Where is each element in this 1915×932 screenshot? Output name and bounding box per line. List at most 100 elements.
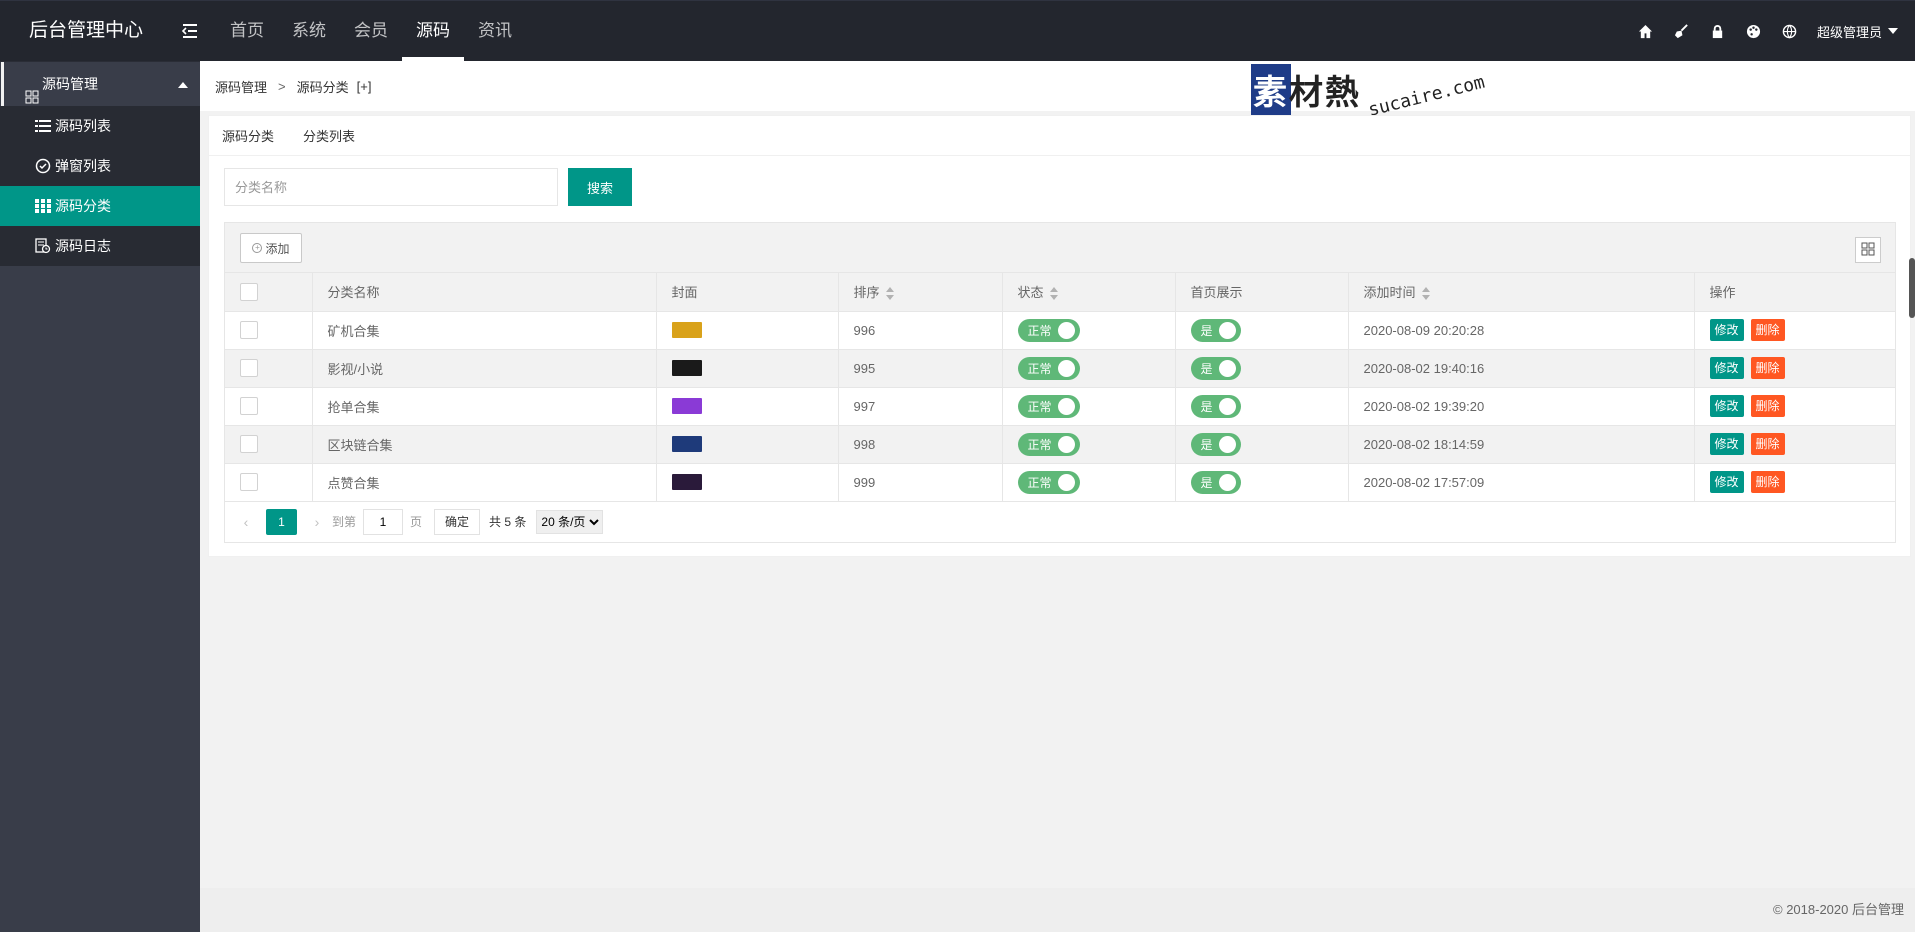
columns-toggle-button[interactable] xyxy=(1855,237,1881,263)
row-checkbox[interactable] xyxy=(240,321,258,339)
status-switch-label: 正常 xyxy=(1027,361,1052,376)
cover-thumbnail[interactable] xyxy=(671,398,702,415)
sidebar-item-popup-list[interactable]: 弹窗列表 xyxy=(0,146,200,186)
tab-source-category[interactable]: 源码分类 xyxy=(222,126,274,145)
cell-sort: 998 xyxy=(838,425,1003,464)
status-switch[interactable]: 正常 xyxy=(1017,318,1080,342)
cover-thumbnail[interactable] xyxy=(671,474,702,491)
cover-thumbnail[interactable] xyxy=(671,360,702,377)
nav-news[interactable]: 资讯 xyxy=(464,1,526,61)
sort-icon[interactable] xyxy=(1421,286,1432,301)
edit-button[interactable]: 修改 xyxy=(1709,471,1744,493)
current-page[interactable]: 1 xyxy=(266,508,297,535)
status-switch[interactable]: 正常 xyxy=(1017,432,1080,456)
app-title: 后台管理中心 xyxy=(29,20,144,41)
cell-time: 2020-08-02 19:40:16 xyxy=(1348,349,1695,388)
goto-page-input[interactable] xyxy=(363,508,404,535)
delete-button[interactable]: 删除 xyxy=(1750,357,1785,379)
cell-status: 正常 xyxy=(1002,425,1176,464)
cell-status: 正常 xyxy=(1002,311,1176,350)
nav-system[interactable]: 系统 xyxy=(278,1,340,61)
prev-page-icon[interactable]: ‹ xyxy=(238,514,254,530)
cell-ops: 修改 删除 xyxy=(1694,425,1895,464)
status-switch[interactable]: 正常 xyxy=(1017,356,1080,380)
cover-thumbnail[interactable] xyxy=(671,322,702,339)
header-status-label: 状态 xyxy=(1017,285,1044,301)
add-button-label: 添加 xyxy=(265,241,290,256)
menu-toggle-icon[interactable] xyxy=(180,22,200,40)
delete-button[interactable]: 删除 xyxy=(1750,471,1785,493)
home-display-switch[interactable]: 是 xyxy=(1190,394,1241,418)
sort-icon[interactable] xyxy=(885,286,896,301)
cover-thumbnail[interactable] xyxy=(671,436,702,453)
row-checkbox[interactable] xyxy=(240,473,258,491)
sidebar-item-label: 弹窗列表 xyxy=(55,158,111,174)
table-header-row: 分类名称 封面 排序 状态 首页展示 添加时间 操作 xyxy=(225,273,1895,312)
home-display-switch[interactable]: 是 xyxy=(1190,356,1241,380)
edit-button[interactable]: 修改 xyxy=(1709,319,1744,341)
select-all-checkbox[interactable] xyxy=(240,282,258,301)
header-status[interactable]: 状态 xyxy=(1002,273,1176,312)
edit-button[interactable]: 修改 xyxy=(1709,357,1744,379)
scrollbar[interactable] xyxy=(1909,258,1915,318)
status-switch[interactable]: 正常 xyxy=(1017,394,1080,418)
goto-confirm-button[interactable]: 确定 xyxy=(434,508,481,535)
sort-icon[interactable] xyxy=(1049,286,1060,301)
header-time[interactable]: 添加时间 xyxy=(1348,273,1695,312)
sidebar-item-source-category[interactable]: 源码分类 xyxy=(0,186,200,226)
nav-home[interactable]: 首页 xyxy=(216,1,278,61)
cell-name: 影视/小说 xyxy=(312,349,657,388)
palette-icon[interactable] xyxy=(1745,22,1763,40)
breadcrumb-root[interactable]: 源码管理 xyxy=(215,77,267,96)
nav-source[interactable]: 源码 xyxy=(402,1,464,61)
status-switch[interactable]: 正常 xyxy=(1017,470,1080,494)
search-button[interactable]: 搜索 xyxy=(568,168,632,206)
tab-category-list[interactable]: 分类列表 xyxy=(303,126,355,145)
cell-ops: 修改 删除 xyxy=(1694,311,1895,350)
breadcrumb-add[interactable]: [+] xyxy=(357,79,372,94)
home-switch-label: 是 xyxy=(1200,323,1213,338)
lock-icon[interactable] xyxy=(1709,22,1727,40)
home-icon[interactable] xyxy=(1637,22,1655,40)
table-row: 抢单合集 997 正常是 2020-08-02 19:39:20 修改 删除 xyxy=(225,387,1895,426)
sidebar-item-source-log[interactable]: 源码日志 xyxy=(0,226,200,266)
home-display-switch[interactable]: 是 xyxy=(1190,318,1241,342)
columns-icon xyxy=(1861,242,1875,259)
top-header: 后台管理中心 首页 系统 会员 源码 资讯 超级管理员 xyxy=(0,0,1915,61)
header-sort[interactable]: 排序 xyxy=(838,273,1003,312)
cell-ops: 修改 删除 xyxy=(1694,349,1895,388)
next-page-icon[interactable]: › xyxy=(309,514,325,530)
cell-cover xyxy=(656,311,839,350)
log-icon xyxy=(34,238,51,254)
sidebar: 源码管理 源码列表 弹窗列表 源码分类 源码日志 xyxy=(0,61,200,932)
home-display-switch[interactable]: 是 xyxy=(1190,432,1241,456)
row-checkbox[interactable] xyxy=(240,359,258,377)
edit-button[interactable]: 修改 xyxy=(1709,433,1744,455)
edit-button[interactable]: 修改 xyxy=(1709,395,1744,417)
home-display-switch[interactable]: 是 xyxy=(1190,470,1241,494)
cell-status: 正常 xyxy=(1002,463,1176,502)
broom-icon[interactable] xyxy=(1673,22,1691,40)
sidebar-item-source-list[interactable]: 源码列表 xyxy=(0,106,200,146)
delete-button[interactable]: 删除 xyxy=(1750,433,1785,455)
switch-knob xyxy=(1057,435,1075,453)
top-nav: 首页 系统 会员 源码 资讯 xyxy=(216,1,526,61)
page-size-select[interactable]: 20 条/页 xyxy=(536,509,604,534)
add-button[interactable]: + 添加 xyxy=(240,233,302,263)
search-input[interactable] xyxy=(224,168,558,206)
nav-member[interactable]: 会员 xyxy=(340,1,402,61)
globe-icon[interactable] xyxy=(1781,22,1799,40)
sidebar-group-label: 源码管理 xyxy=(42,76,98,92)
switch-knob xyxy=(1057,473,1075,491)
row-checkbox-cell xyxy=(225,311,313,350)
table-row: 点赞合集 999 正常是 2020-08-02 17:57:09 修改 删除 xyxy=(225,463,1895,502)
cell-ops: 修改 删除 xyxy=(1694,463,1895,502)
row-checkbox[interactable] xyxy=(240,397,258,415)
watermark-logo: 素 材 熱 sucaire.com xyxy=(1251,62,1501,122)
table-row: 影视/小说 995 正常是 2020-08-02 19:40:16 修改 删除 xyxy=(225,349,1895,388)
sidebar-group-source[interactable]: 源码管理 xyxy=(1,62,200,106)
row-checkbox[interactable] xyxy=(240,435,258,453)
delete-button[interactable]: 删除 xyxy=(1750,319,1785,341)
user-menu[interactable]: 超级管理员 xyxy=(1817,22,1898,41)
delete-button[interactable]: 删除 xyxy=(1750,395,1785,417)
